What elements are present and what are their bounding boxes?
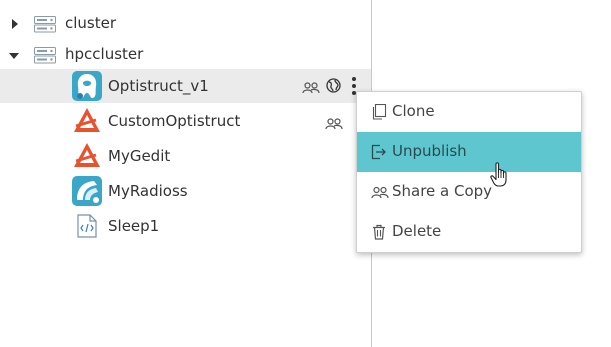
menu-item-unpublish[interactable]: Unpublish [357,132,581,172]
shared-users-icon [302,80,320,98]
app-label: MyRadioss [108,182,188,200]
optistruct-app-icon [72,71,102,101]
menu-item-delete[interactable]: Delete [357,212,581,252]
tree-node-label: cluster [65,14,117,32]
context-menu: Clone Unpublish Share a Copy Delete [356,91,582,253]
code-file-icon [77,214,107,244]
app-label: MyGedit [108,147,171,165]
tree-node-cluster[interactable]: cluster [0,8,371,40]
menu-item-label: Clone [392,102,435,120]
radioss-app-icon [72,176,102,206]
globe-icon[interactable] [326,78,341,97]
menu-item-share-a-copy[interactable]: Share a Copy [357,172,581,212]
app-label: Sleep1 [108,217,160,235]
app-item-optistruct-v1[interactable]: Optistruct_v1 [0,69,371,103]
chevron-right-icon[interactable] [8,17,22,31]
altair-logo-icon [72,106,102,136]
menu-item-clone[interactable]: Clone [357,92,581,132]
server-icon [34,16,56,33]
trash-icon [371,224,387,240]
unpublish-icon [371,144,387,160]
hand-cursor-icon [490,162,510,192]
menu-item-label: Share a Copy [392,182,493,200]
app-item-myradioss[interactable]: MyRadioss [0,174,356,208]
app-item-customoptistruct[interactable]: CustomOptistruct [0,104,356,138]
clone-icon [371,103,387,120]
altair-logo-icon [72,141,102,171]
app-item-mygedit[interactable]: MyGedit [0,139,356,173]
app-label: Optistruct_v1 [108,77,209,95]
server-icon [34,47,56,64]
chevron-down-icon[interactable] [7,49,21,63]
tree-node-hpccluster[interactable]: hpccluster [0,39,371,71]
menu-item-label: Unpublish [392,142,467,160]
app-label: CustomOptistruct [108,112,241,130]
app-item-sleep1[interactable]: Sleep1 [0,209,356,243]
share-users-icon [371,184,389,200]
shared-users-icon [325,116,343,134]
tree-node-label: hpccluster [65,45,144,63]
menu-item-label: Delete [392,222,442,240]
